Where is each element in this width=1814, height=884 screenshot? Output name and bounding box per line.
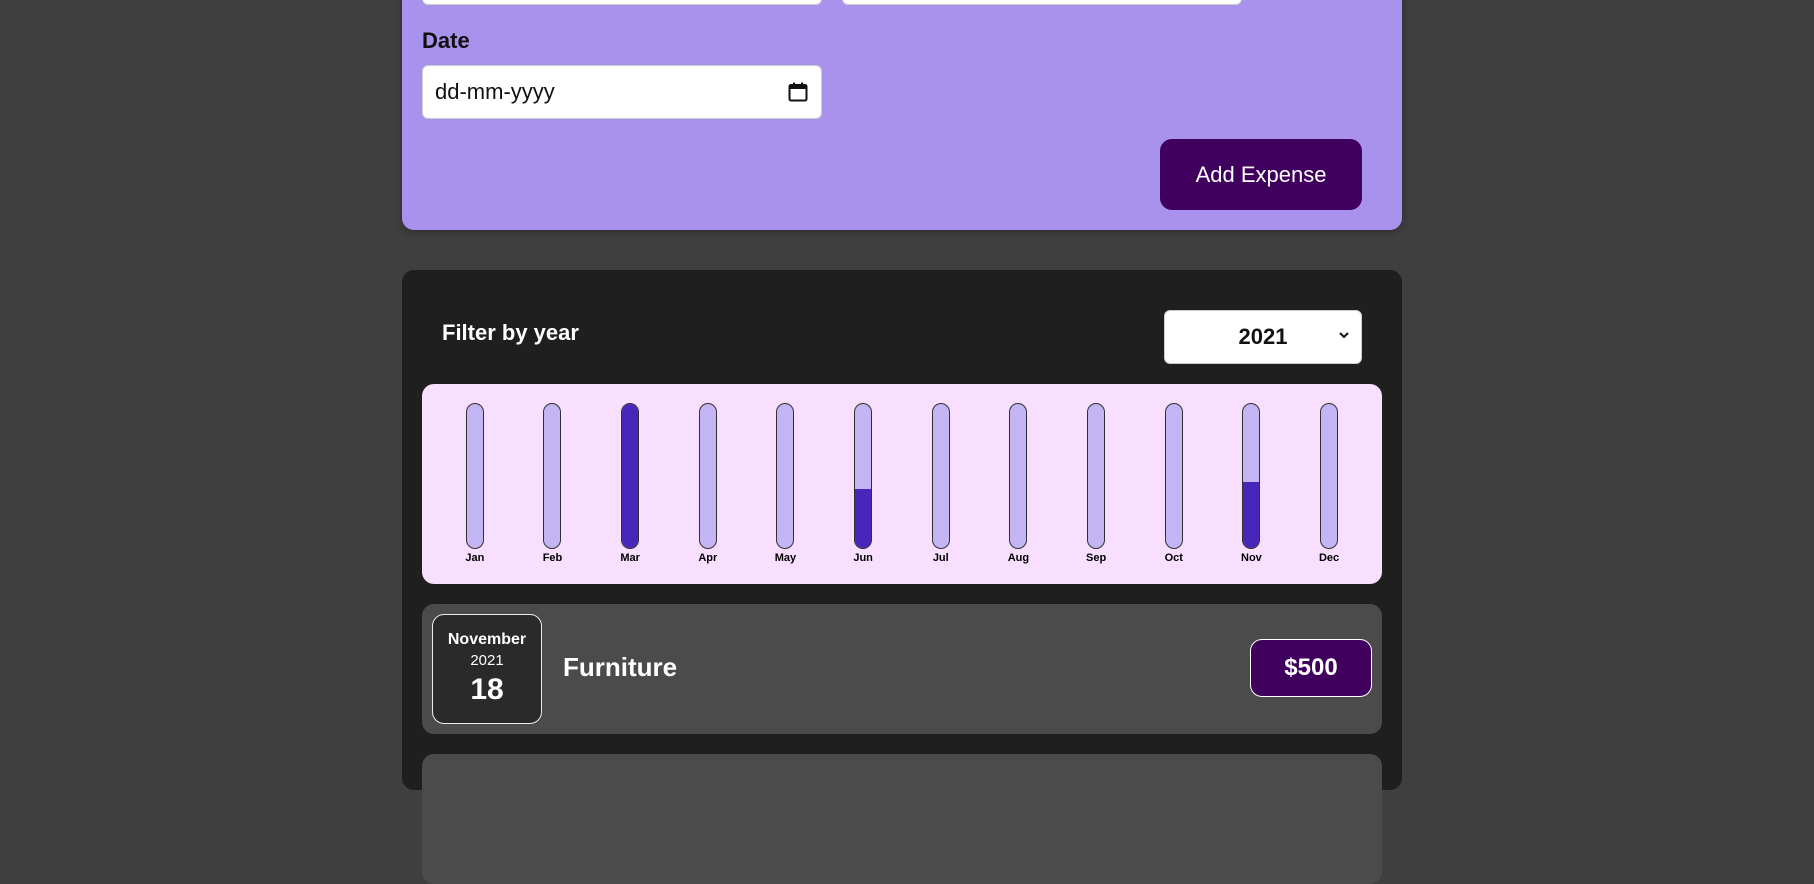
chart-bar-label: Feb bbox=[542, 552, 563, 564]
chart-bar-track bbox=[1320, 403, 1339, 549]
expense-item: November 2021 18 Furniture $500 bbox=[422, 604, 1382, 734]
expense-amount: $500 bbox=[1250, 639, 1372, 697]
chart-bar-track bbox=[776, 403, 795, 549]
chart-bar-track bbox=[1242, 403, 1261, 549]
calendar-icon[interactable] bbox=[787, 81, 809, 103]
chart-bar-jan: Jan bbox=[455, 403, 495, 584]
chart-bar-label: Oct bbox=[1164, 552, 1183, 564]
amount-input[interactable] bbox=[842, 0, 1242, 5]
chart-bar-label: Nov bbox=[1241, 552, 1262, 564]
chart-bar-sep: Sep bbox=[1076, 403, 1116, 584]
expense-year: 2021 bbox=[470, 652, 504, 669]
chart-bar-track bbox=[1164, 403, 1183, 549]
year-select-value: 2021 bbox=[1238, 324, 1288, 349]
expense-date: November 2021 18 bbox=[432, 614, 542, 724]
chart-bar-nov: Nov bbox=[1231, 403, 1271, 584]
chart-bar-track bbox=[1087, 403, 1106, 549]
chart-bar-track bbox=[543, 403, 562, 549]
filter-label: Filter by year bbox=[442, 320, 579, 345]
chart-bar-jun: Jun bbox=[843, 403, 883, 584]
chart-bar-fill bbox=[1243, 481, 1260, 548]
chart-bar-track bbox=[465, 403, 484, 549]
chart-bar-may: May bbox=[765, 403, 805, 584]
chart-bar-label: Sep bbox=[1085, 552, 1107, 564]
chart-bar-track bbox=[1009, 403, 1028, 549]
chart-bar-track bbox=[621, 403, 640, 549]
expense-month: November bbox=[447, 631, 527, 648]
date-input[interactable]: dd-mm-yyyy bbox=[422, 65, 822, 119]
chart-bar-track bbox=[931, 403, 950, 549]
chart-bar-label: Jan bbox=[465, 552, 485, 564]
chart-bar-mar: Mar bbox=[610, 403, 650, 584]
chart-bar-label: Jul bbox=[932, 552, 949, 564]
chart-bar-fill bbox=[622, 404, 639, 548]
year-select[interactable]: 2021 bbox=[1164, 310, 1362, 364]
new-expense-form: Date dd-mm-yyyy Add Expense bbox=[402, 0, 1402, 230]
chart-bar-label: Dec bbox=[1318, 552, 1340, 564]
chart-bar-track bbox=[698, 403, 717, 549]
expense-day: 18 bbox=[470, 673, 504, 706]
title-input[interactable] bbox=[422, 0, 822, 5]
chart-bar-track bbox=[854, 403, 873, 549]
chart-bar-label: Apr bbox=[698, 552, 718, 564]
expense-item bbox=[422, 754, 1382, 884]
chart-bar-label: Aug bbox=[1007, 552, 1030, 564]
date-label: Date bbox=[422, 28, 470, 53]
chart-bar-label: May bbox=[774, 552, 797, 564]
chart-bar-feb: Feb bbox=[532, 403, 572, 584]
chart-bar-label: Mar bbox=[620, 552, 640, 564]
chart-bar-jul: Jul bbox=[921, 403, 961, 584]
chart-bar-label: Jun bbox=[853, 552, 873, 564]
expenses-chart: Jan Feb Mar Apr May Jun Jul Aug Sep Oct Nov Dec bbox=[422, 384, 1382, 584]
chart-bar-fill bbox=[855, 488, 872, 548]
expense-title: Furniture bbox=[563, 652, 678, 682]
expenses-panel: Filter by year 2021 Jan Feb Mar Apr May Jun Ju… bbox=[402, 270, 1402, 884]
chart-bar-apr: Apr bbox=[688, 403, 728, 584]
chart-bar-aug: Aug bbox=[998, 403, 1038, 584]
chart-bar-oct: Oct bbox=[1154, 403, 1194, 584]
date-placeholder: dd-mm-yyyy bbox=[435, 79, 555, 104]
chevron-down-icon bbox=[1339, 332, 1349, 339]
chart-bar-dec: Dec bbox=[1309, 403, 1349, 584]
add-expense-button[interactable]: Add Expense bbox=[1160, 139, 1362, 210]
